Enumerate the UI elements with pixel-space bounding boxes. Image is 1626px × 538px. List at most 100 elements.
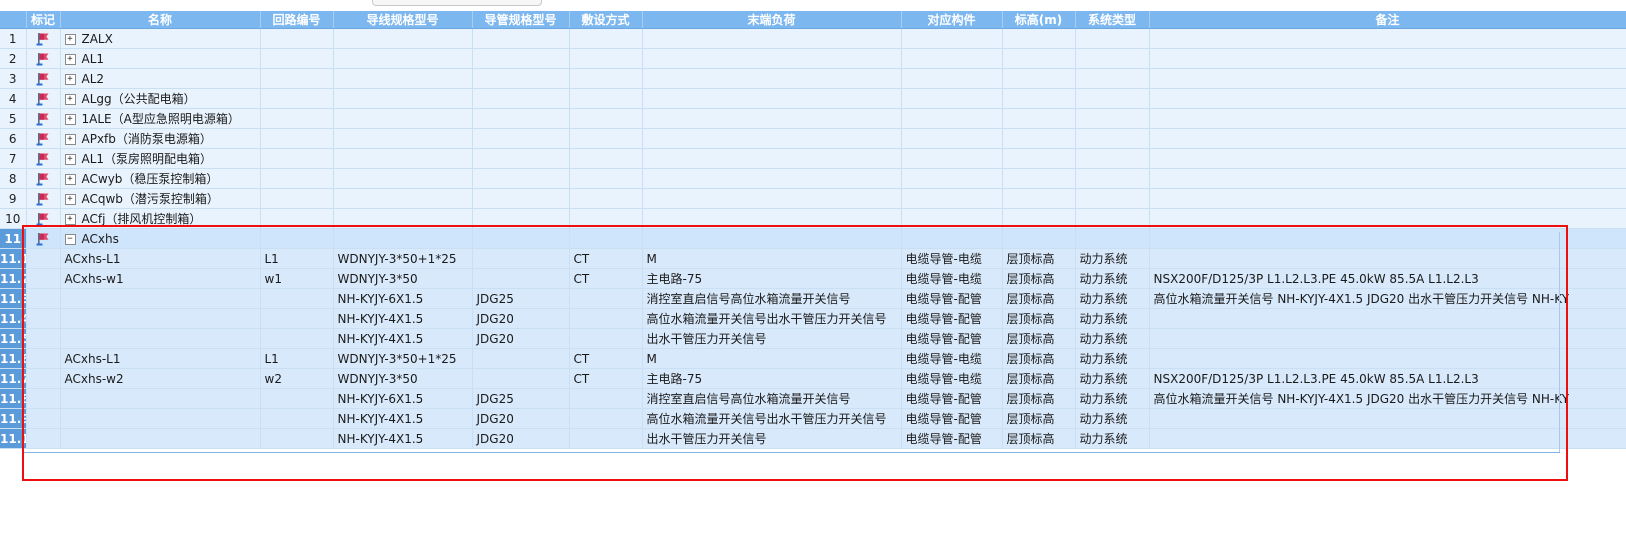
empty-cell[interactable] <box>333 188 473 209</box>
cell-circuit[interactable] <box>260 328 334 349</box>
expand-plus-icon[interactable]: + <box>64 94 76 105</box>
empty-cell[interactable] <box>569 108 643 129</box>
empty-cell[interactable] <box>901 68 1003 89</box>
empty-cell[interactable] <box>1075 48 1150 69</box>
row-number[interactable]: 2 <box>0 48 27 69</box>
table-row[interactable]: 8 + ACwyb（稳压泵控制箱） <box>0 168 1626 189</box>
cell-conduit[interactable]: JDG20 <box>472 308 570 329</box>
empty-cell[interactable] <box>1149 168 1626 189</box>
table-row[interactable]: 7 + AL1（泵房照明配电箱） <box>0 148 1626 169</box>
cell-component[interactable]: 电缆导管-电缆 <box>901 248 1003 269</box>
row-number[interactable]: 3 <box>0 68 27 89</box>
empty-cell[interactable] <box>901 48 1003 69</box>
empty-cell[interactable] <box>642 188 902 209</box>
table-row[interactable]: 11.4 NH-KYJY-4X1.5JDG20 高位水箱流量开关信号出水干管压力开关… <box>0 308 1626 329</box>
row-number[interactable]: 11.6 <box>0 348 27 369</box>
flag-icon[interactable] <box>26 128 61 149</box>
cell-name[interactable]: ACxhs-w1 <box>60 268 261 289</box>
empty-cell[interactable] <box>1075 168 1150 189</box>
empty-cell[interactable] <box>260 28 334 49</box>
row-number[interactable]: 10 <box>0 208 27 229</box>
cell-remark[interactable]: NSX200F/D125/3P L1.L2.L3.PE 45.0kW 85.5A… <box>1149 368 1626 389</box>
flag-cell[interactable] <box>26 408 61 429</box>
cell-load[interactable]: 消控室直启信号高位水箱流量开关信号 <box>642 388 902 409</box>
empty-cell[interactable] <box>1149 88 1626 109</box>
cell-component[interactable]: 电缆导管-配管 <box>901 388 1003 409</box>
flag-cell[interactable] <box>26 288 61 309</box>
cell-remark[interactable] <box>1149 248 1626 269</box>
cell-conduit[interactable] <box>472 348 570 369</box>
empty-cell[interactable] <box>642 228 902 249</box>
empty-cell[interactable] <box>901 208 1003 229</box>
empty-cell[interactable] <box>569 228 643 249</box>
row-name[interactable]: − ACxhs <box>60 228 261 249</box>
empty-cell[interactable] <box>260 228 334 249</box>
row-name[interactable]: + ACqwb（潜污泵控制箱） <box>60 188 261 209</box>
table-row[interactable]: 10 + ACfj（排风机控制箱） <box>0 208 1626 229</box>
flag-cell[interactable] <box>26 348 61 369</box>
empty-cell[interactable] <box>901 168 1003 189</box>
cell-laying[interactable] <box>569 428 643 449</box>
cell-circuit[interactable] <box>260 408 334 429</box>
header-system[interactable]: 系统类型 <box>1075 11 1150 29</box>
table-row[interactable]: 2 + AL1 <box>0 48 1626 69</box>
empty-cell[interactable] <box>260 88 334 109</box>
row-name[interactable]: + ACwyb（稳压泵控制箱） <box>60 168 261 189</box>
cell-name[interactable] <box>60 308 261 329</box>
empty-cell[interactable] <box>642 28 902 49</box>
cell-wire[interactable]: NH-KYJY-4X1.5 <box>333 428 473 449</box>
header-elevation[interactable]: 标高(m) <box>1002 11 1076 29</box>
flag-icon[interactable] <box>26 148 61 169</box>
cell-wire[interactable]: NH-KYJY-4X1.5 <box>333 308 473 329</box>
empty-cell[interactable] <box>333 108 473 129</box>
cell-elevation[interactable]: 层顶标高 <box>1002 388 1076 409</box>
empty-cell[interactable] <box>642 88 902 109</box>
empty-cell[interactable] <box>260 48 334 69</box>
row-number[interactable]: 11.8 <box>0 388 27 409</box>
cell-elevation[interactable]: 层顶标高 <box>1002 328 1076 349</box>
empty-cell[interactable] <box>569 48 643 69</box>
expand-plus-icon[interactable]: + <box>64 73 76 85</box>
empty-cell[interactable] <box>472 108 570 129</box>
table-row[interactable]: 11.9 NH-KYJY-4X1.5JDG20 高位水箱流量开关信号出水干管压力开关… <box>0 408 1626 429</box>
cell-load[interactable]: 主电路-75 <box>642 268 902 289</box>
cell-circuit[interactable]: w1 <box>260 268 334 289</box>
cell-conduit[interactable] <box>472 248 570 269</box>
empty-cell[interactable] <box>569 28 643 49</box>
empty-cell[interactable] <box>472 188 570 209</box>
cell-circuit[interactable]: w2 <box>260 368 334 389</box>
header-name[interactable]: 名称 <box>60 11 261 29</box>
empty-cell[interactable] <box>472 148 570 169</box>
empty-cell[interactable] <box>472 28 570 49</box>
cell-elevation[interactable]: 层顶标高 <box>1002 408 1076 429</box>
cell-laying[interactable] <box>569 308 643 329</box>
row-number[interactable]: 8 <box>0 168 27 189</box>
cell-load[interactable]: 高位水箱流量开关信号出水干管压力开关信号 <box>642 308 902 329</box>
empty-cell[interactable] <box>569 68 643 89</box>
flag-cell[interactable] <box>26 428 61 449</box>
empty-cell[interactable] <box>260 68 334 89</box>
cell-elevation[interactable]: 层顶标高 <box>1002 308 1076 329</box>
cell-remark[interactable]: NSX200F/D125/3P L1.L2.L3.PE 45.0kW 85.5A… <box>1149 268 1626 289</box>
empty-cell[interactable] <box>642 68 902 89</box>
empty-cell[interactable] <box>642 148 902 169</box>
header-circuit[interactable]: 回路编号 <box>260 11 334 29</box>
cell-component[interactable]: 电缆导管-配管 <box>901 408 1003 429</box>
empty-cell[interactable] <box>1149 68 1626 89</box>
flag-icon[interactable] <box>26 88 61 109</box>
empty-cell[interactable] <box>260 148 334 169</box>
flag-icon[interactable] <box>26 68 61 89</box>
empty-cell[interactable] <box>569 188 643 209</box>
empty-cell[interactable] <box>1149 208 1626 229</box>
empty-cell[interactable] <box>333 28 473 49</box>
empty-cell[interactable] <box>642 168 902 189</box>
flag-icon[interactable] <box>26 48 61 69</box>
cell-wire[interactable]: WDNYJY-3*50 <box>333 368 473 389</box>
cell-name[interactable] <box>60 328 261 349</box>
expand-plus-icon[interactable]: + <box>64 134 76 145</box>
expand-plus-icon[interactable]: + <box>64 174 76 185</box>
empty-cell[interactable] <box>333 228 473 249</box>
cell-load[interactable]: M <box>642 348 902 369</box>
cell-wire[interactable]: NH-KYJY-6X1.5 <box>333 388 473 409</box>
cell-name[interactable]: ACxhs-w2 <box>60 368 261 389</box>
